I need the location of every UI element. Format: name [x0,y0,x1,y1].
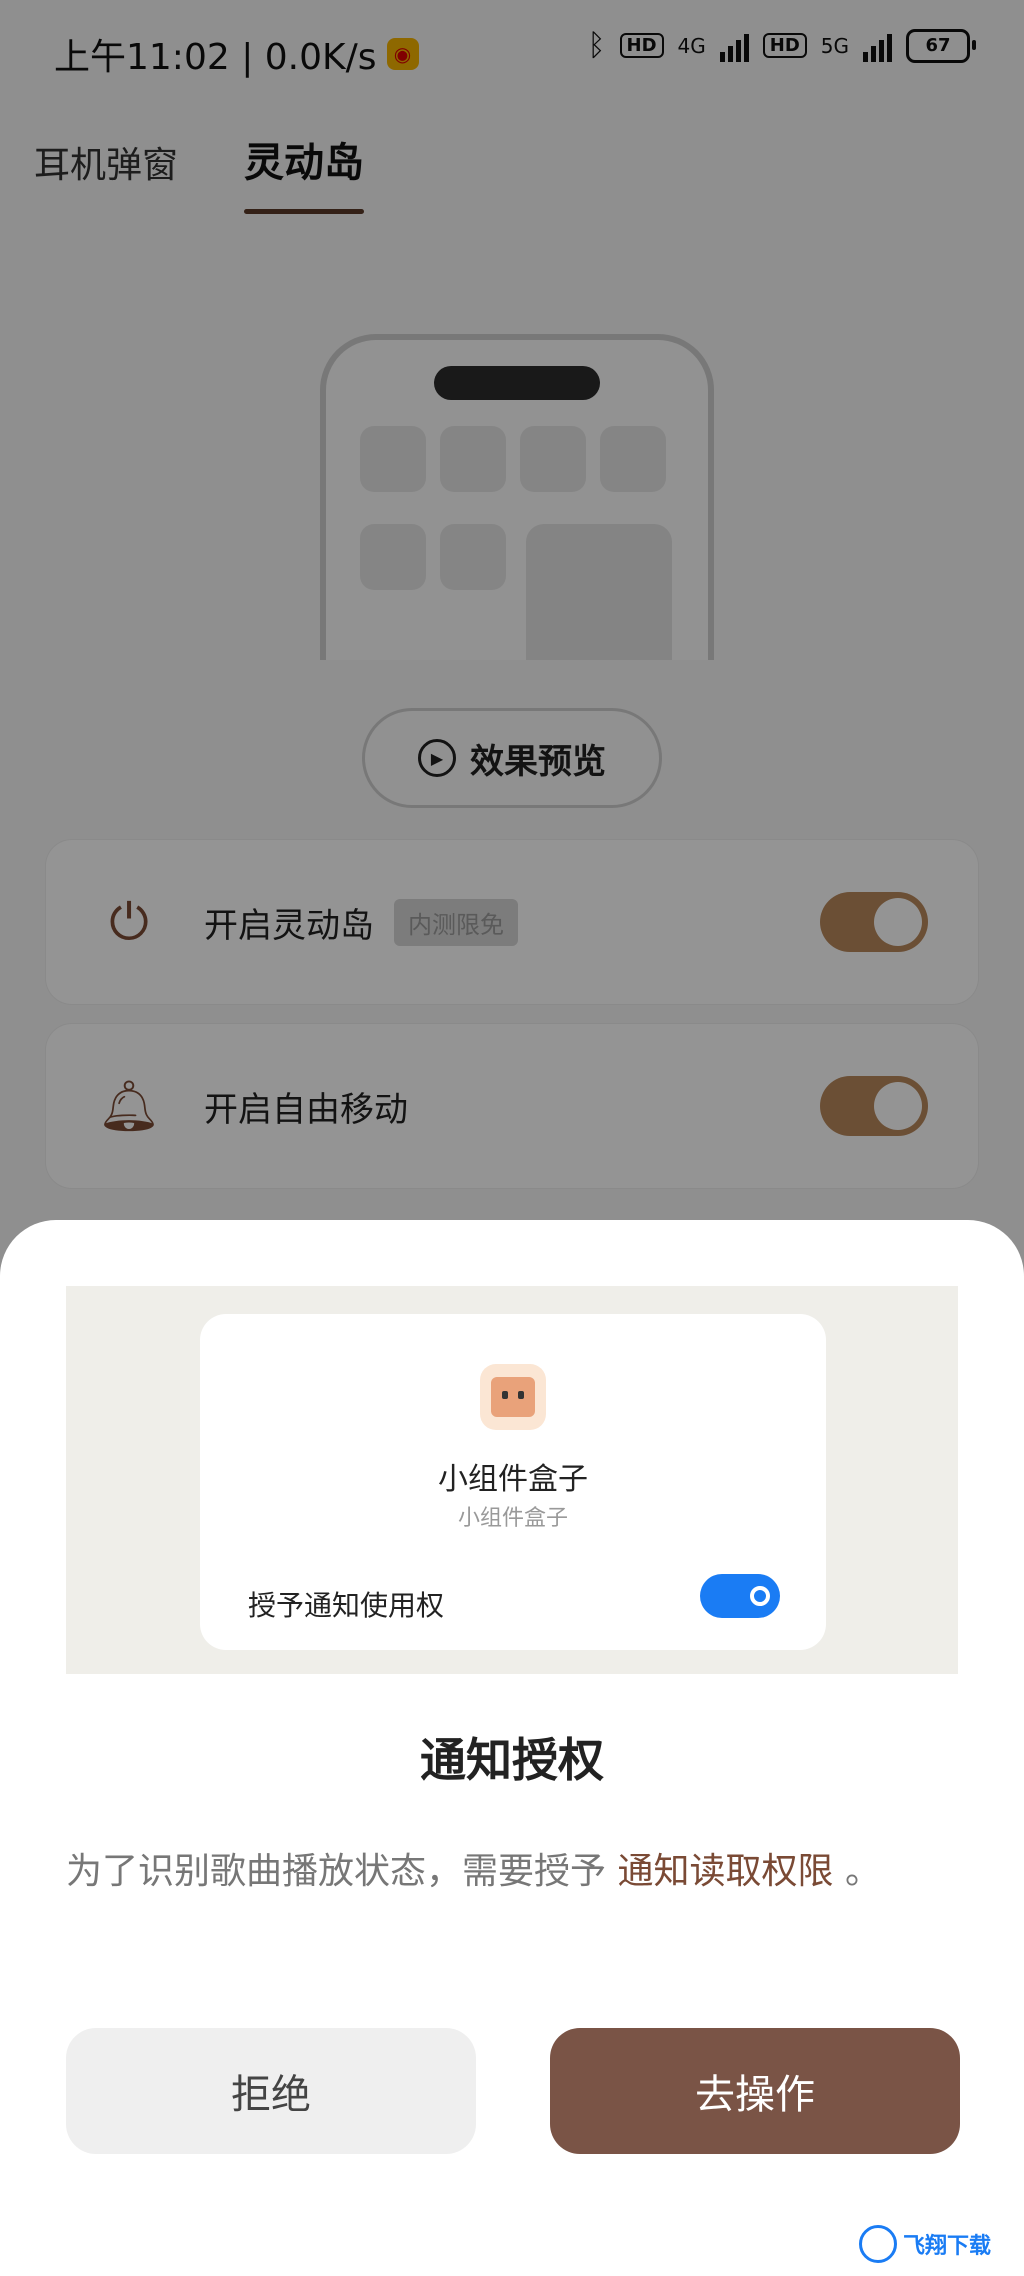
watermark: 飞翔下载 [840,2220,1010,2268]
go-operate-button[interactable]: 去操作 [550,2028,960,2154]
description-highlight: 通知读取权限 [617,1851,834,1892]
app-subtitle: 小组件盒子 [457,1506,568,1531]
permission-label: 授予通知使用权 [248,1589,445,1622]
permission-card: 小组件盒子 小组件盒子 授予通知使用权 [200,1314,826,1650]
watermark-text: 飞翔下载 [902,2234,991,2259]
permission-illustration: 小组件盒子 小组件盒子 授予通知使用权 [66,1286,958,1674]
description-suffix: 。 [844,1851,881,1892]
reject-button[interactable]: 拒绝 [66,2028,476,2154]
watermark-logo-icon [858,2225,897,2263]
permission-toggle-illustration [700,1574,780,1618]
app-name: 小组件盒子 [438,1462,588,1497]
sheet-title: 通知授权 [420,1733,604,1787]
notification-permission-sheet: 小组件盒子 小组件盒子 授予通知使用权 通知授权 为了识别歌曲播放状态，需要授予… [0,1220,1024,2276]
sheet-description: 为了识别歌曲播放状态，需要授予 通知读取权限 。 [66,1842,881,1894]
widget-box-app-icon [480,1364,546,1430]
description-prefix: 为了识别歌曲播放状态，需要授予 [66,1851,607,1892]
